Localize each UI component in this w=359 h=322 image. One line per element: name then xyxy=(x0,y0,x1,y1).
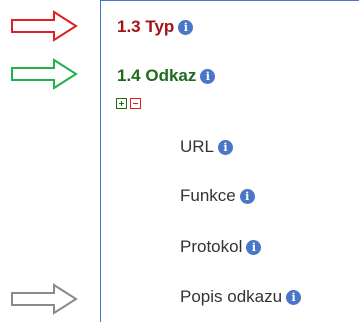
field-popis-odkazu[interactable]: Popis odkazu i xyxy=(180,287,302,307)
pointer-arrow-odkaz xyxy=(11,58,78,90)
field-protokol-label: Protokol xyxy=(180,237,243,256)
info-icon[interactable]: i xyxy=(246,240,262,255)
info-icon[interactable]: i xyxy=(200,69,216,84)
field-popis-odkazu-label: Popis odkazu xyxy=(180,287,283,306)
collapse-minus-icon[interactable] xyxy=(130,98,141,109)
info-icon[interactable]: i xyxy=(218,140,234,155)
field-protokol[interactable]: Protokol i xyxy=(180,237,262,257)
field-url-label: URL xyxy=(180,137,215,156)
section-odkaz-title: 1.4 Odkaz xyxy=(117,66,197,85)
section-typ[interactable]: 1.3 Typ i xyxy=(117,17,194,37)
field-url[interactable]: URL i xyxy=(180,137,234,157)
pointer-arrow-popis xyxy=(11,283,78,315)
info-icon[interactable]: i xyxy=(239,189,255,204)
expand-plus-icon[interactable] xyxy=(116,98,127,109)
metadata-tree-panel: 1.3 Typ i 1.4 Odkaz i URL i Funkce i Protoko… xyxy=(100,0,359,322)
field-funkce[interactable]: Funkce i xyxy=(180,186,255,206)
info-icon[interactable]: i xyxy=(178,20,194,35)
field-funkce-label: Funkce xyxy=(180,186,236,205)
info-icon[interactable]: i xyxy=(286,290,302,305)
section-typ-title: 1.3 Typ xyxy=(117,17,175,36)
section-odkaz[interactable]: 1.4 Odkaz i xyxy=(117,66,216,86)
pointer-arrow-typ xyxy=(11,10,78,42)
